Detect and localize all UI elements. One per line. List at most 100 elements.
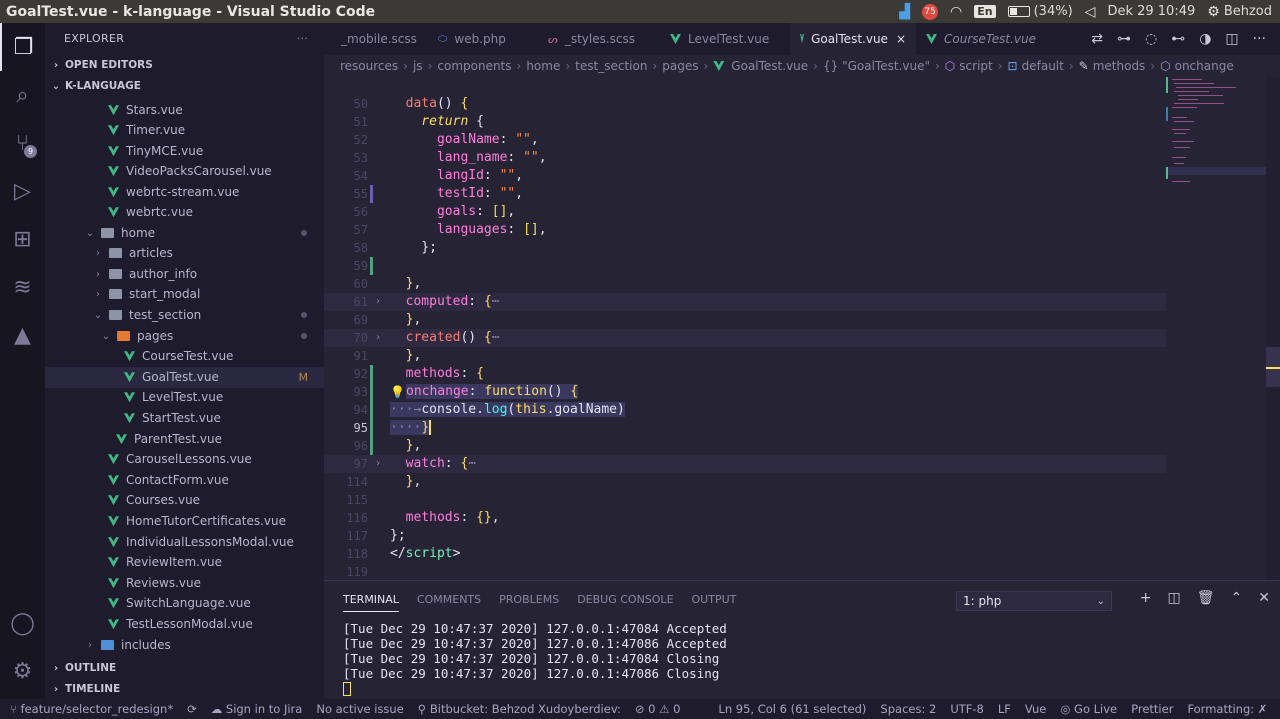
end-of-line[interactable]: LF	[998, 702, 1011, 716]
source-control-icon[interactable]: ⑂ 9	[0, 119, 45, 167]
breadcrumb-item[interactable]: components	[437, 59, 511, 73]
go-back-icon[interactable]: ⊶	[1117, 31, 1131, 47]
tree-item[interactable]: TestLessonModal.vue	[45, 614, 324, 635]
tree-item[interactable]: webrtc-stream.vue	[45, 182, 324, 203]
tree-item[interactable]: CarouselLessons.vue	[45, 449, 324, 470]
tree-item[interactable]: LevelTest.vue	[45, 387, 324, 408]
tree-folder-pages[interactable]: ⌄ pages	[45, 326, 324, 347]
fold-arrow-icon[interactable]: ›	[375, 329, 381, 347]
explorer-icon[interactable]: ❐	[0, 23, 45, 71]
language-mode[interactable]: Vue	[1025, 702, 1046, 716]
breadcrumb-item[interactable]: onchange	[1175, 59, 1234, 73]
lightbulb-icon[interactable]: 💡	[390, 383, 405, 401]
volume-icon[interactable]: ◁	[1085, 4, 1096, 20]
cursor-position[interactable]: Ln 95, Col 6 (61 selected)	[718, 702, 866, 716]
user-menu[interactable]: ⚙ Behzod	[1207, 4, 1272, 20]
split-editor-icon[interactable]: ◫	[1225, 31, 1238, 47]
notification-badge[interactable]: 75	[922, 3, 939, 20]
close-panel-icon[interactable]: ✕	[1258, 590, 1270, 606]
breadcrumb-item[interactable]: js	[413, 59, 423, 73]
problems-status[interactable]: ⊘ 0 ⚠ 0	[635, 702, 681, 716]
tree-item[interactable]: VideoPacksCarousel.vue	[45, 161, 324, 182]
terminal-select[interactable]: 1: php ⌄	[956, 591, 1112, 611]
tree-item[interactable]: ParentTest.vue	[45, 429, 324, 450]
tree-folder[interactable]: › articles	[45, 243, 324, 264]
tree-item[interactable]: Reviews.vue	[45, 573, 324, 594]
encoding[interactable]: UTF-8	[950, 702, 984, 716]
tree-item[interactable]: IndividualLessonsModal.vue	[45, 532, 324, 553]
add-terminal-icon[interactable]: +	[1140, 590, 1152, 606]
breadcrumb-item[interactable]: GoalTest.vue	[731, 59, 808, 73]
more-icon[interactable]: ···	[1253, 31, 1266, 47]
account-icon[interactable]: ◯	[0, 599, 45, 647]
deploy-icon[interactable]: ▲	[0, 311, 45, 359]
go-live[interactable]: ◎ Go Live	[1060, 702, 1117, 716]
breadcrumb-item[interactable]: methods	[1093, 59, 1146, 73]
dot-circle-icon[interactable]: ◌	[1145, 31, 1157, 47]
tree-item[interactable]: Courses.vue	[45, 490, 324, 511]
tree-item[interactable]: ReviewItem.vue	[45, 552, 324, 573]
open-editors-section[interactable]: › OPEN EDITORS	[45, 55, 324, 75]
tree-item[interactable]: CourseTest.vue	[45, 346, 324, 367]
tree-folder-test-section[interactable]: ⌄ test_section	[45, 305, 324, 326]
formatting-status[interactable]: Formatting: ✗	[1187, 702, 1267, 716]
keyboard-layout[interactable]: En	[974, 5, 996, 18]
tree-folder[interactable]: › start_modal	[45, 284, 324, 305]
tree-item[interactable]: webrtc.vue	[45, 202, 324, 223]
tab-debug-console[interactable]: DEBUG CONSOLE	[577, 593, 673, 606]
project-section[interactable]: ⌄ K-LANGUAGE	[45, 76, 324, 96]
settings-gear-icon[interactable]: ⚙	[0, 647, 45, 695]
tab-web-php[interactable]: ⬭ web.php	[428, 23, 538, 55]
bitbucket-status[interactable]: ⚲ Bitbucket: Behzod Xudoyberdiev:	[418, 702, 621, 716]
tab-goaltest-vue[interactable]: GoalTest.vue ×	[790, 23, 916, 55]
compare-icon[interactable]: ⇄	[1091, 31, 1103, 47]
tree-item[interactable]: StartTest.vue	[45, 408, 324, 429]
datetime[interactable]: Dek 29 10:49	[1107, 4, 1195, 19]
tab-comments[interactable]: COMMENTS	[417, 593, 481, 606]
tab-terminal[interactable]: TERMINAL	[343, 587, 399, 612]
chart-icon[interactable]: ▟	[899, 4, 910, 20]
tree-item[interactable]: SwitchLanguage.vue	[45, 593, 324, 614]
timeline-section[interactable]: › TIMELINE	[45, 679, 324, 699]
code-editor[interactable]: 50 data() { 51 return { 52 goalName: "",…	[324, 77, 1280, 580]
tree-folder-includes[interactable]: › includes	[45, 635, 324, 656]
breadcrumb-item[interactable]: script	[959, 59, 992, 73]
git-branch[interactable]: ⑂ feature/selector_redesign*	[10, 702, 173, 716]
tab-problems[interactable]: PROBLEMS	[499, 593, 559, 606]
breadcrumb-item[interactable]: home	[526, 59, 560, 73]
tree-item[interactable]: Timer.vue	[45, 120, 324, 141]
fold-arrow-icon[interactable]: ›	[375, 455, 381, 473]
breadcrumb-item[interactable]: {} "GoalTest.vue"	[823, 59, 930, 73]
breadcrumb-item[interactable]: pages	[662, 59, 698, 73]
tree-item[interactable]: HomeTutorCertificates.vue	[45, 511, 324, 532]
tab-styles-scss[interactable]: ᔕ _styles.scss	[538, 23, 660, 55]
prettier-status[interactable]: Prettier	[1131, 702, 1173, 716]
jira-status[interactable]: ☁ Sign in to Jira	[211, 702, 303, 716]
tree-folder[interactable]: › author_info	[45, 264, 324, 285]
breadcrumb-item[interactable]: default	[1022, 59, 1064, 73]
extensions-icon[interactable]: ⊞	[0, 215, 45, 263]
tab-leveltest-vue[interactable]: LevelTest.vue	[660, 23, 790, 55]
sync-icon[interactable]: ⟳	[187, 702, 197, 716]
tab-mobile-scss[interactable]: _mobile.scss	[324, 23, 428, 55]
fold-arrow-icon[interactable]: ›	[375, 293, 381, 311]
breadcrumb-item[interactable]: test_section	[575, 59, 647, 73]
more-actions-icon[interactable]: ···	[297, 32, 308, 45]
issue-status[interactable]: No active issue	[316, 702, 403, 716]
breadcrumb-item[interactable]: resources	[340, 59, 398, 73]
indentation[interactable]: Spaces: 2	[880, 702, 936, 716]
outline-section[interactable]: › OUTLINE	[45, 658, 324, 678]
go-forward-icon[interactable]: ⊷	[1171, 31, 1185, 47]
tree-item[interactable]: TinyMCE.vue	[45, 141, 324, 162]
tree-item[interactable]: ContactForm.vue	[45, 470, 324, 491]
tree-item[interactable]: Stars.vue	[45, 100, 324, 121]
maximize-panel-icon[interactable]: ⌃	[1231, 590, 1243, 606]
minimap[interactable]	[1166, 77, 1280, 580]
wifi-icon[interactable]: ◠	[950, 4, 962, 20]
tab-coursetest-vue[interactable]: CourseTest.vue	[916, 23, 1046, 55]
split-terminal-icon[interactable]: ◫	[1168, 590, 1181, 606]
close-icon[interactable]: ×	[896, 32, 906, 46]
git-lens-icon[interactable]: ◑	[1199, 31, 1211, 47]
tree-item-selected[interactable]: GoalTest.vue M	[45, 367, 324, 388]
run-debug-icon[interactable]: ▷	[0, 167, 45, 215]
